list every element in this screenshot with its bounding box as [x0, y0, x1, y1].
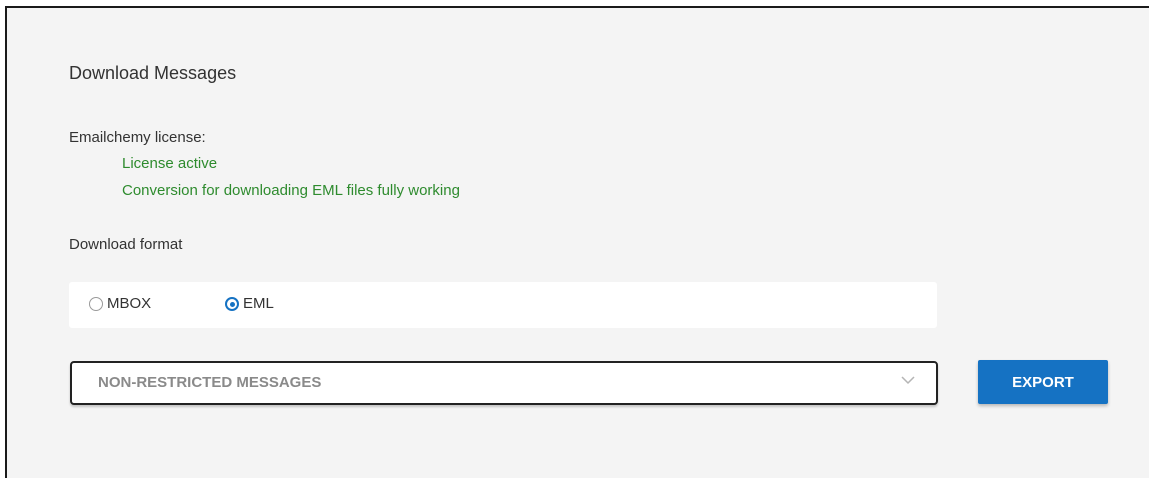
export-button[interactable]: EXPORT [978, 360, 1108, 404]
license-label: Emailchemy license: [69, 129, 206, 146]
eml-radio-label: EML [243, 295, 274, 312]
download-format-radio-group: MBOX EML [69, 282, 937, 328]
license-status-active: License active [122, 155, 218, 172]
message-filter-dropdown[interactable]: NON-RESTRICTED MESSAGES [70, 361, 938, 405]
format-option-eml[interactable]: EML [225, 295, 274, 312]
format-option-mbox[interactable]: MBOX [89, 295, 151, 312]
download-format-label: Download format [69, 236, 183, 253]
license-status-conversion: Conversion for downloading EML files ful… [122, 182, 460, 199]
mbox-radio-button[interactable] [89, 296, 103, 311]
download-messages-panel: Download Messages Emailchemy license: Li… [5, 6, 1149, 478]
chevron-down-icon [901, 376, 915, 385]
panel-title: Download Messages [69, 63, 237, 83]
message-filter-selected-value: NON-RESTRICTED MESSAGES [98, 374, 322, 391]
eml-radio-button[interactable] [225, 296, 239, 311]
mbox-radio-label: MBOX [107, 295, 152, 312]
